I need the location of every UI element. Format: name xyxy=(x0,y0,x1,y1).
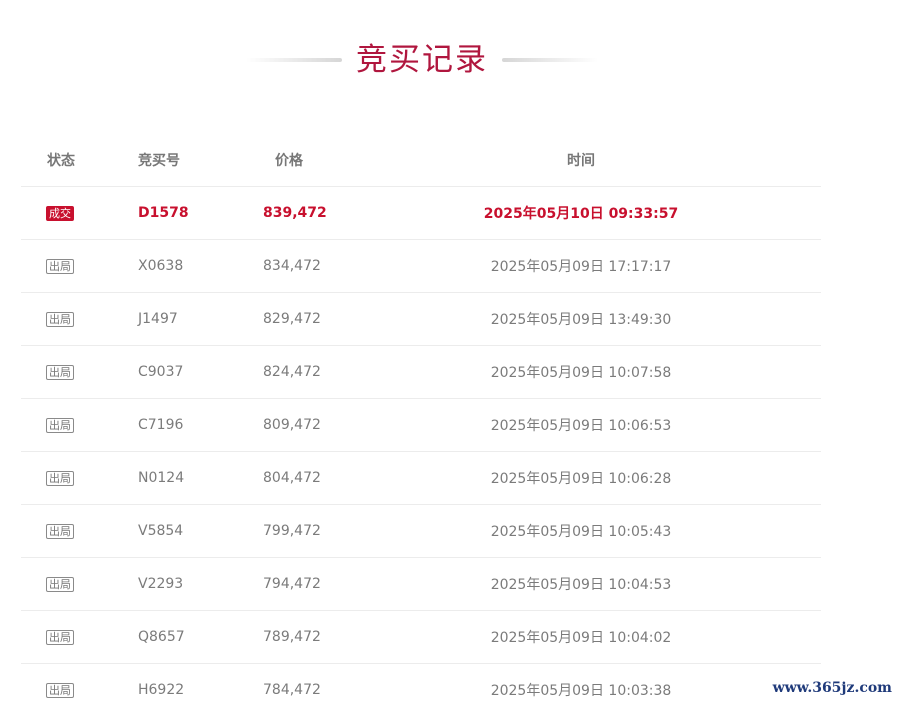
table-row: 成交 D1578 839,472 2025年05月10日 09:33:57 xyxy=(21,187,821,240)
bid-number: C9037 xyxy=(138,364,184,380)
site-watermark: www.365jz.com xyxy=(772,680,892,696)
table-row: 出局 H6922 784,472 2025年05月09日 10:03:38 xyxy=(21,664,821,704)
bid-price: 804,472 xyxy=(263,470,321,486)
status-badge-out: 出局 xyxy=(46,418,74,433)
bid-number: V2293 xyxy=(138,576,184,592)
status-badge-out: 出局 xyxy=(46,259,74,274)
bid-price: 834,472 xyxy=(263,258,321,274)
table-row: 出局 C9037 824,472 2025年05月09日 10:07:58 xyxy=(21,346,821,399)
bid-time: 2025年05月09日 17:17:17 xyxy=(490,259,672,275)
page-title: 竞买记录 xyxy=(356,42,488,78)
bid-time: 2025年05月09日 10:05:43 xyxy=(490,524,672,540)
bid-time: 2025年05月09日 10:07:58 xyxy=(490,365,672,381)
bid-price: 789,472 xyxy=(263,629,321,645)
bid-record-page: 竞买记录 状态 竞买号 价格 时间 成交 D1578 839,472 2025年… xyxy=(0,0,900,704)
bid-time: 2025年05月09日 13:49:30 xyxy=(490,312,672,328)
bid-price: 799,472 xyxy=(263,523,321,539)
table-row: 出局 Q8657 789,472 2025年05月09日 10:04:02 xyxy=(21,611,821,664)
status-badge-out: 出局 xyxy=(46,683,74,698)
table-row: 出局 V2293 794,472 2025年05月09日 10:04:53 xyxy=(21,558,821,611)
bid-time: 2025年05月10日 09:33:57 xyxy=(483,206,679,222)
bid-price: 829,472 xyxy=(263,311,321,327)
title-divider-right xyxy=(502,58,598,62)
bid-time: 2025年05月09日 10:04:02 xyxy=(490,630,672,646)
status-badge-deal: 成交 xyxy=(46,206,74,221)
bid-number: X0638 xyxy=(138,258,184,274)
column-header-price: 价格 xyxy=(275,153,303,169)
bid-record-table: 状态 竞买号 价格 时间 成交 D1578 839,472 2025年05月10… xyxy=(21,134,821,704)
bid-price: 839,472 xyxy=(263,205,327,221)
bid-time: 2025年05月09日 10:06:28 xyxy=(490,471,672,487)
section-header: 竞买记录 xyxy=(0,38,844,82)
table-row: 出局 C7196 809,472 2025年05月09日 10:06:53 xyxy=(21,399,821,452)
status-badge-out: 出局 xyxy=(46,471,74,486)
status-badge-out: 出局 xyxy=(46,630,74,645)
bid-price: 794,472 xyxy=(263,576,321,592)
column-header-bid-no: 竞买号 xyxy=(138,153,180,169)
bid-time: 2025年05月09日 10:04:53 xyxy=(490,577,672,593)
status-badge-out: 出局 xyxy=(46,312,74,327)
column-header-status: 状态 xyxy=(47,153,75,169)
bid-number: Q8657 xyxy=(138,629,185,645)
table-row: 出局 X0638 834,472 2025年05月09日 17:17:17 xyxy=(21,240,821,293)
bid-price: 809,472 xyxy=(263,417,321,433)
table-row: 出局 J1497 829,472 2025年05月09日 13:49:30 xyxy=(21,293,821,346)
status-badge-out: 出局 xyxy=(46,577,74,592)
bid-price: 824,472 xyxy=(263,364,321,380)
column-header-time: 时间 xyxy=(567,153,595,169)
bid-number: V5854 xyxy=(138,523,184,539)
title-divider-left xyxy=(246,58,342,62)
bid-number: N0124 xyxy=(138,470,185,486)
bid-time: 2025年05月09日 10:06:53 xyxy=(490,418,672,434)
bid-number: H6922 xyxy=(138,682,185,698)
table-header-row: 状态 竞买号 价格 时间 xyxy=(21,134,821,187)
bid-time: 2025年05月09日 10:03:38 xyxy=(490,683,672,699)
bid-price: 784,472 xyxy=(263,682,321,698)
status-badge-out: 出局 xyxy=(46,524,74,539)
bid-number: C7196 xyxy=(138,417,184,433)
bid-number: D1578 xyxy=(138,205,189,221)
bid-number: J1497 xyxy=(138,311,178,327)
table-row: 出局 N0124 804,472 2025年05月09日 10:06:28 xyxy=(21,452,821,505)
status-badge-out: 出局 xyxy=(46,365,74,380)
table-row: 出局 V5854 799,472 2025年05月09日 10:05:43 xyxy=(21,505,821,558)
